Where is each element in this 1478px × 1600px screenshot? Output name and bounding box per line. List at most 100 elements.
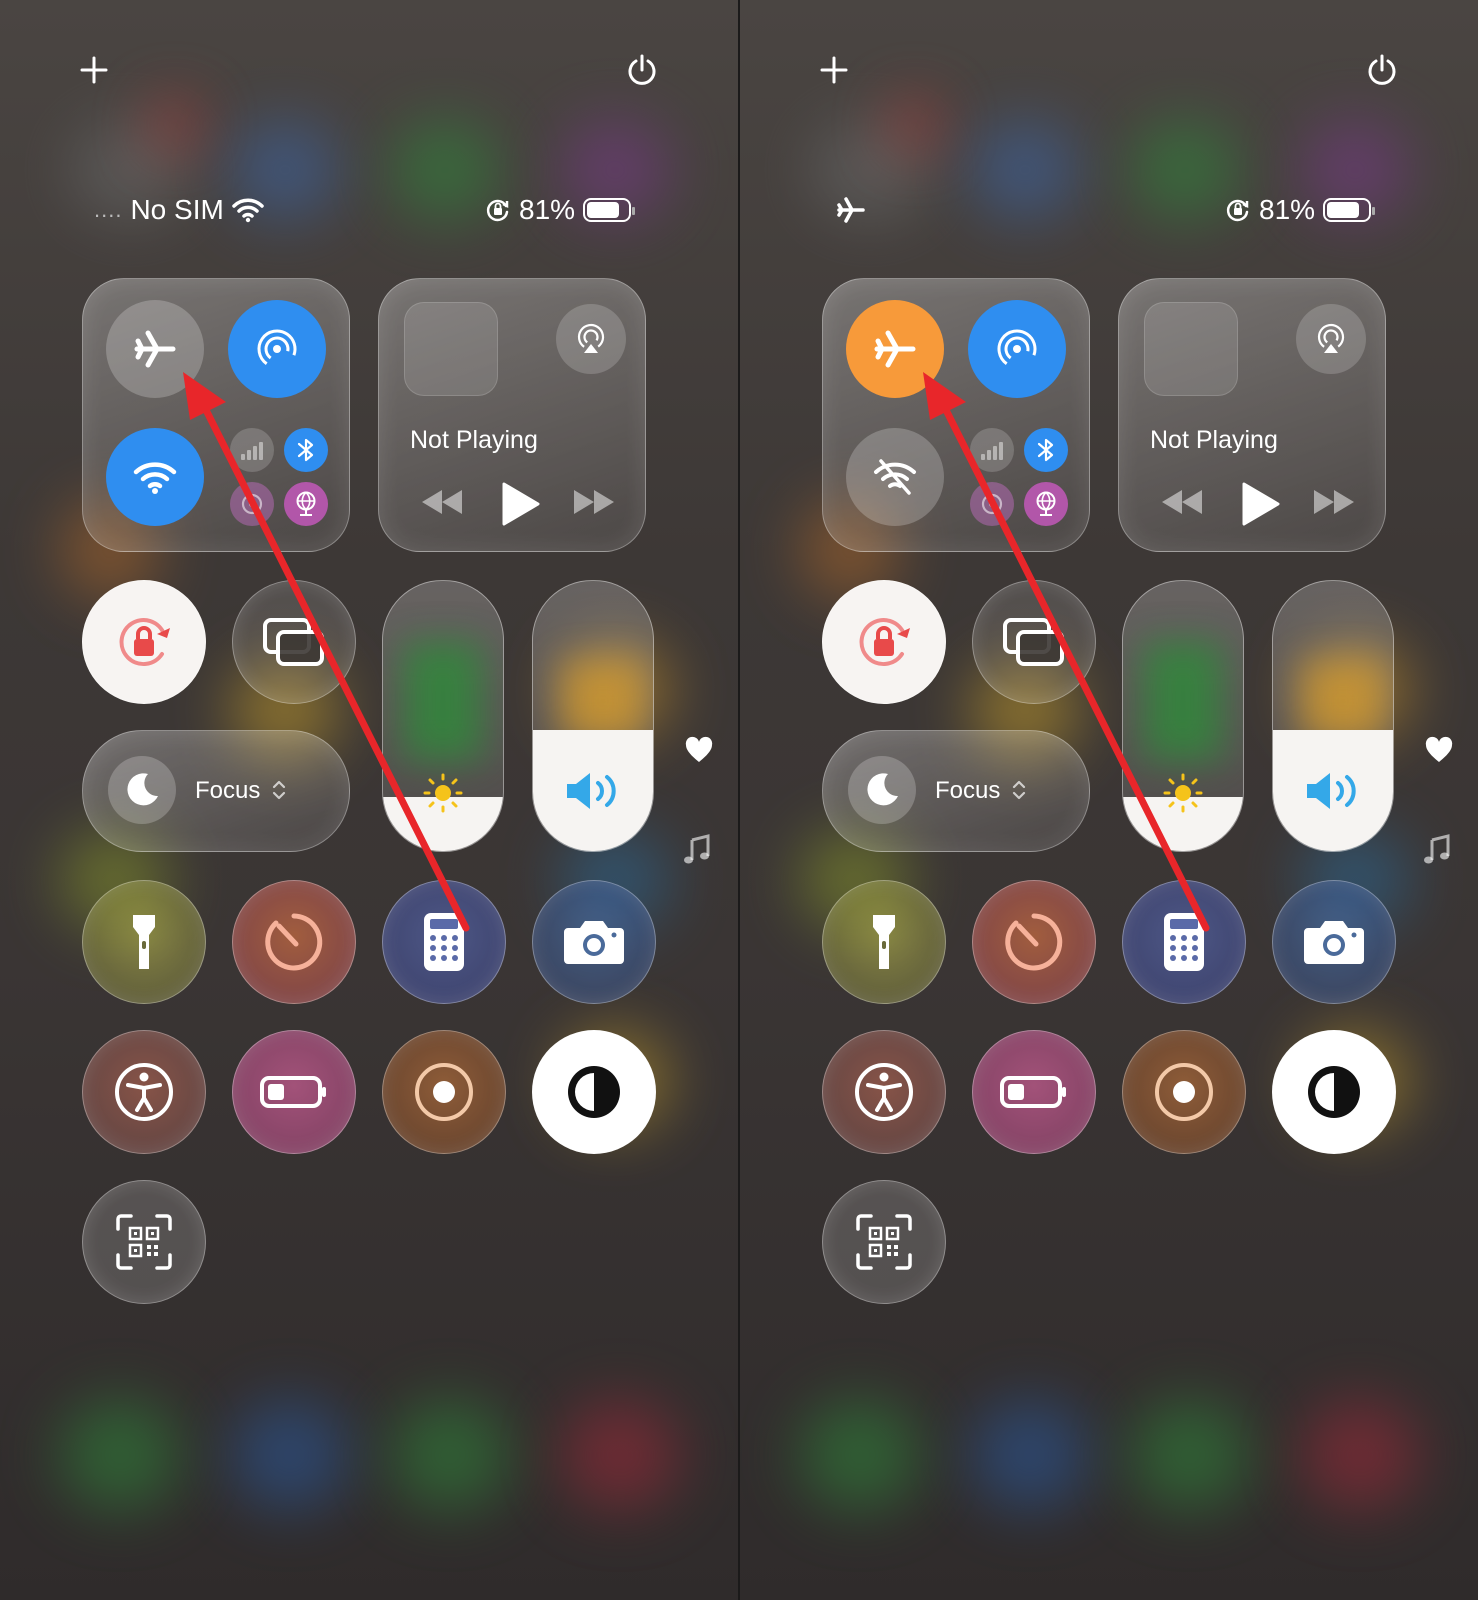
hotspot-icon [981, 493, 1003, 515]
camera-button[interactable] [1272, 880, 1396, 1004]
moon-icon [127, 773, 158, 806]
screen-mirroring-icon [263, 618, 324, 666]
airdrop-icon [257, 329, 297, 369]
sun-icon [1163, 773, 1203, 813]
now-playing-label: Not Playing [410, 426, 538, 454]
volume-slider[interactable] [1272, 580, 1394, 852]
airplay-icon [1317, 323, 1345, 353]
next-track-button[interactable] [572, 488, 616, 521]
power-button[interactable] [1358, 46, 1406, 94]
cellular-data-toggle[interactable] [230, 428, 274, 472]
screen-recording-button[interactable] [382, 1030, 506, 1154]
screen-recording-icon [415, 1063, 473, 1121]
cellular-icon [981, 442, 1003, 460]
brightness-slider[interactable] [382, 580, 504, 852]
airplay-icon [577, 323, 605, 353]
battery-icon [1323, 198, 1376, 222]
accessibility-shortcut-button[interactable] [822, 1030, 946, 1154]
accessibility-shortcut-button[interactable] [82, 1030, 206, 1154]
camera-button[interactable] [532, 880, 656, 1004]
focus-moon-badge [108, 756, 176, 824]
chevron-updown-icon [272, 780, 286, 800]
wifi-toggle[interactable] [846, 428, 944, 526]
battery-percent: 81% [519, 194, 576, 225]
music-note-icon[interactable] [682, 834, 712, 866]
screen-recording-button[interactable] [1122, 1030, 1246, 1154]
play-button[interactable] [500, 482, 540, 531]
battery-icon [583, 198, 636, 222]
previous-track-button[interactable] [1160, 488, 1204, 521]
focus-label-row: Focus [935, 777, 1027, 805]
hotspot-icon [241, 493, 263, 515]
personal-hotspot-toggle[interactable] [970, 482, 1014, 526]
previous-track-button[interactable] [420, 488, 464, 521]
plus-icon [80, 56, 108, 84]
heart-icon[interactable] [684, 736, 714, 764]
airplay-button[interactable] [556, 304, 626, 374]
orientation-lock-toggle[interactable] [822, 580, 946, 704]
personal-hotspot-toggle[interactable] [230, 482, 274, 526]
music-note-icon[interactable] [1422, 834, 1452, 866]
vpn-globe-icon [296, 491, 316, 516]
wifi-icon [133, 462, 177, 494]
screen-recording-icon [1155, 1063, 1213, 1121]
airdrop-icon [997, 329, 1037, 369]
code-scanner-button[interactable] [82, 1180, 206, 1304]
bluetooth-toggle[interactable] [1024, 428, 1068, 472]
camera-icon [1304, 921, 1364, 964]
airplay-button[interactable] [1296, 304, 1366, 374]
flashlight-toggle[interactable] [82, 880, 206, 1004]
vpn-toggle[interactable] [1024, 482, 1068, 526]
rewind-icon [422, 490, 462, 514]
control-center-after: .... 81% [740, 0, 1478, 1600]
control-center-before: .... No SIM 81% Not Playing Focus [0, 0, 738, 1600]
flashlight-toggle[interactable] [822, 880, 946, 1004]
dark-mode-icon [1308, 1066, 1360, 1118]
code-scanner-button[interactable] [822, 1180, 946, 1304]
timer-button[interactable] [232, 880, 356, 1004]
wifi-toggle[interactable] [106, 428, 204, 526]
status-bar-left: .... [836, 188, 866, 232]
airplane-mode-toggle[interactable] [106, 300, 204, 398]
orientation-lock-toggle[interactable] [82, 580, 206, 704]
orientation-lock-icon [859, 618, 910, 667]
status-bar-left: .... No SIM [94, 188, 264, 232]
bluetooth-toggle[interactable] [284, 428, 328, 472]
airplane-mode-toggle[interactable] [846, 300, 944, 398]
power-button[interactable] [618, 46, 666, 94]
calculator-button[interactable] [1122, 880, 1246, 1004]
airdrop-toggle[interactable] [968, 300, 1066, 398]
plus-icon [820, 56, 848, 84]
accessibility-icon [855, 1063, 913, 1121]
chevron-updown-icon [1012, 780, 1026, 800]
vpn-toggle[interactable] [284, 482, 328, 526]
status-bar-right: 81% [1225, 188, 1376, 232]
flashlight-icon [873, 915, 895, 969]
focus-label: Focus [195, 777, 261, 804]
album-artwork [404, 302, 498, 396]
calculator-button[interactable] [382, 880, 506, 1004]
add-button[interactable] [70, 46, 118, 94]
power-icon [1368, 54, 1396, 85]
airdrop-toggle[interactable] [228, 300, 326, 398]
low-power-mode-toggle[interactable] [972, 1030, 1096, 1154]
cellular-data-toggle[interactable] [970, 428, 1014, 472]
dark-mode-toggle[interactable] [532, 1030, 656, 1154]
volume-slider[interactable] [532, 580, 654, 852]
low-power-mode-toggle[interactable] [232, 1030, 356, 1154]
orientation-lock-icon [119, 618, 170, 667]
play-button[interactable] [1240, 482, 1280, 531]
add-button[interactable] [810, 46, 858, 94]
battery-percent: 81% [1259, 194, 1316, 225]
play-icon [1242, 482, 1280, 526]
next-track-button[interactable] [1312, 488, 1356, 521]
qr-code-scanner-icon [116, 1214, 172, 1270]
screen-mirroring-toggle[interactable] [972, 580, 1096, 704]
timer-button[interactable] [972, 880, 1096, 1004]
bluetooth-icon [1037, 438, 1054, 462]
cellular-icon [241, 442, 263, 460]
screen-mirroring-toggle[interactable] [232, 580, 356, 704]
heart-icon[interactable] [1424, 736, 1454, 764]
dark-mode-toggle[interactable] [1272, 1030, 1396, 1154]
brightness-slider[interactable] [1122, 580, 1244, 852]
